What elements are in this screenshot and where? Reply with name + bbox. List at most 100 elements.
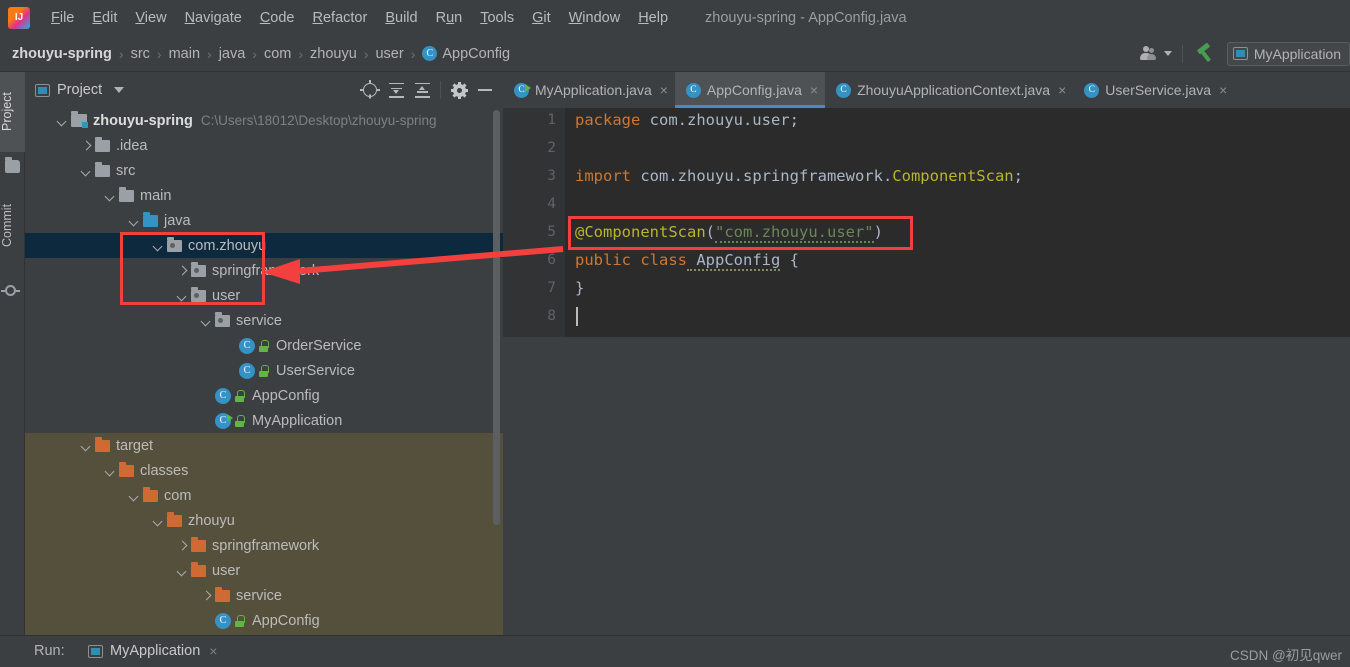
tree-row[interactable]: C OrderService [25,333,503,358]
breadcrumb-item-src[interactable]: src [131,46,150,62]
menu-tools[interactable]: Tools [471,7,523,29]
sidebar-tab-project[interactable]: Project [0,72,25,152]
tab-appconfig-java[interactable]: C AppConfig.java × [674,72,826,108]
tree-row[interactable]: C AppConfig [25,608,503,633]
tree-node-label: target [116,437,154,454]
settings-button[interactable] [447,78,471,102]
chevron-down-icon[interactable] [151,239,165,253]
menu-view[interactable]: View [126,7,175,29]
sidebar-tab-commit[interactable]: Commit [0,184,25,266]
chevron-right-icon[interactable] [199,589,213,603]
chevron-down-icon[interactable] [103,189,117,203]
tree-row[interactable]: src [25,158,503,183]
close-icon[interactable]: × [209,643,217,659]
tree-node-label: springframework [212,537,320,554]
chevron-down-icon[interactable] [151,514,165,528]
menu-build[interactable]: Build [376,7,426,29]
toolbar-divider [440,81,441,99]
breadcrumb-item-user[interactable]: user [375,46,403,62]
breadcrumb-item-main[interactable]: main [169,46,200,62]
tree-row[interactable]: C AppConfig [25,383,503,408]
excluded-folder-icon [119,461,134,477]
tree-row[interactable]: springframework [25,533,503,558]
hide-panel-button[interactable] [473,78,497,102]
text-caret [576,307,578,326]
excluded-folder-icon [95,436,110,452]
tree-row-com-zhouyu[interactable]: com.zhouyu [25,233,503,258]
chevron-down-icon[interactable] [103,464,117,478]
tree-row[interactable]: user [25,558,503,583]
tree-row[interactable]: classes [25,458,503,483]
expand-all-button[interactable] [384,78,408,102]
project-tree[interactable]: zhouyu-spring C:\Users\18012\Desktop\zho… [25,108,503,635]
people-icon[interactable] [1139,44,1166,64]
breadcrumb-item-appconfig[interactable]: AppConfig [442,46,510,62]
tree-row[interactable]: zhouyu-spring C:\Users\18012\Desktop\zho… [25,108,503,133]
tab-userservice-java[interactable]: C UserService.java × [1073,72,1234,108]
tree-row-user[interactable]: user [25,283,503,308]
collapse-all-icon [414,82,430,98]
close-icon[interactable]: × [660,82,668,98]
tree-row-springframework[interactable]: springframework [25,258,503,283]
chevron-right-icon[interactable] [175,264,189,278]
tree-node-label: AppConfig [252,612,320,629]
run-tool-window-tab[interactable]: MyApplication × [88,643,217,659]
close-icon[interactable]: × [1219,82,1227,98]
tree-row[interactable]: zhouyu [25,508,503,533]
menu-run[interactable]: Run [427,7,472,29]
menu-window[interactable]: Window [560,7,630,29]
tree-row[interactable]: service [25,583,503,608]
tree-row-target[interactable]: target [25,433,503,458]
tree-node-label: OrderService [276,337,362,354]
breadcrumb-item-zhouyu[interactable]: zhouyu [310,46,357,62]
chevron-down-icon[interactable] [55,114,69,128]
lock-icon [258,364,269,377]
breadcrumb-item-java[interactable]: java [219,46,246,62]
tree-node-label: springframework [212,262,320,279]
chevron-down-icon[interactable] [114,87,125,93]
tree-row[interactable]: C UserService [25,358,503,383]
runnable-class-icon: C [514,82,531,98]
chevron-right-icon[interactable] [79,139,93,153]
tab-myapplication-java[interactable]: C MyApplication.java × [503,72,675,108]
chevron-down-icon[interactable] [79,164,93,178]
menu-code[interactable]: Code [251,7,304,29]
keyword-package: package [575,111,641,129]
tree-row[interactable]: service [25,308,503,333]
breadcrumb-separator-icon: › [207,45,212,62]
collapse-all-button[interactable] [410,78,434,102]
code-line-5: @ComponentScan("com.zhouyu.user") [575,223,883,243]
breadcrumb-item-project[interactable]: zhouyu-spring [12,46,112,62]
excluded-folder-icon [143,486,158,502]
tree-row[interactable]: main [25,183,503,208]
tree-row[interactable]: .idea [25,133,503,158]
tree-row[interactable]: com [25,483,503,508]
chevron-down-icon[interactable] [79,439,93,453]
folder-icon [5,157,20,173]
chevron-right-icon[interactable] [175,539,189,553]
menu-edit[interactable]: Edit [83,7,126,29]
chevron-down-icon[interactable] [175,289,189,303]
chevron-down-icon[interactable] [127,214,141,228]
tree-row[interactable]: java [25,208,503,233]
close-icon[interactable]: × [810,82,818,98]
chevron-down-icon[interactable] [175,564,189,578]
run-tool-window-label: Run: [34,643,65,659]
menu-git[interactable]: Git [523,7,560,29]
project-tree-scrollbar[interactable] [493,110,500,525]
code-editor[interactable]: 1 2 3 4 5 6 7 8 package com.zhouyu.user;… [503,108,1350,635]
select-opened-file-button[interactable] [358,78,382,102]
menu-help[interactable]: Help [629,7,677,29]
menu-refactor[interactable]: Refactor [304,7,377,29]
breadcrumb-item-com[interactable]: com [264,46,291,62]
chevron-down-icon[interactable] [199,314,213,328]
project-root-icon [71,111,88,128]
menu-file[interactable]: File [42,7,83,29]
close-icon[interactable]: × [1058,82,1066,98]
run-configuration-selector[interactable]: MyApplication [1226,41,1350,66]
tree-row[interactable]: C MyApplication [25,408,503,433]
hammer-build-icon[interactable] [1193,42,1219,65]
chevron-down-icon[interactable] [127,489,141,503]
menu-navigate[interactable]: Navigate [176,7,251,29]
tab-zhouyuapplicationcontext-java[interactable]: C ZhouyuApplicationContext.java × [825,72,1073,108]
